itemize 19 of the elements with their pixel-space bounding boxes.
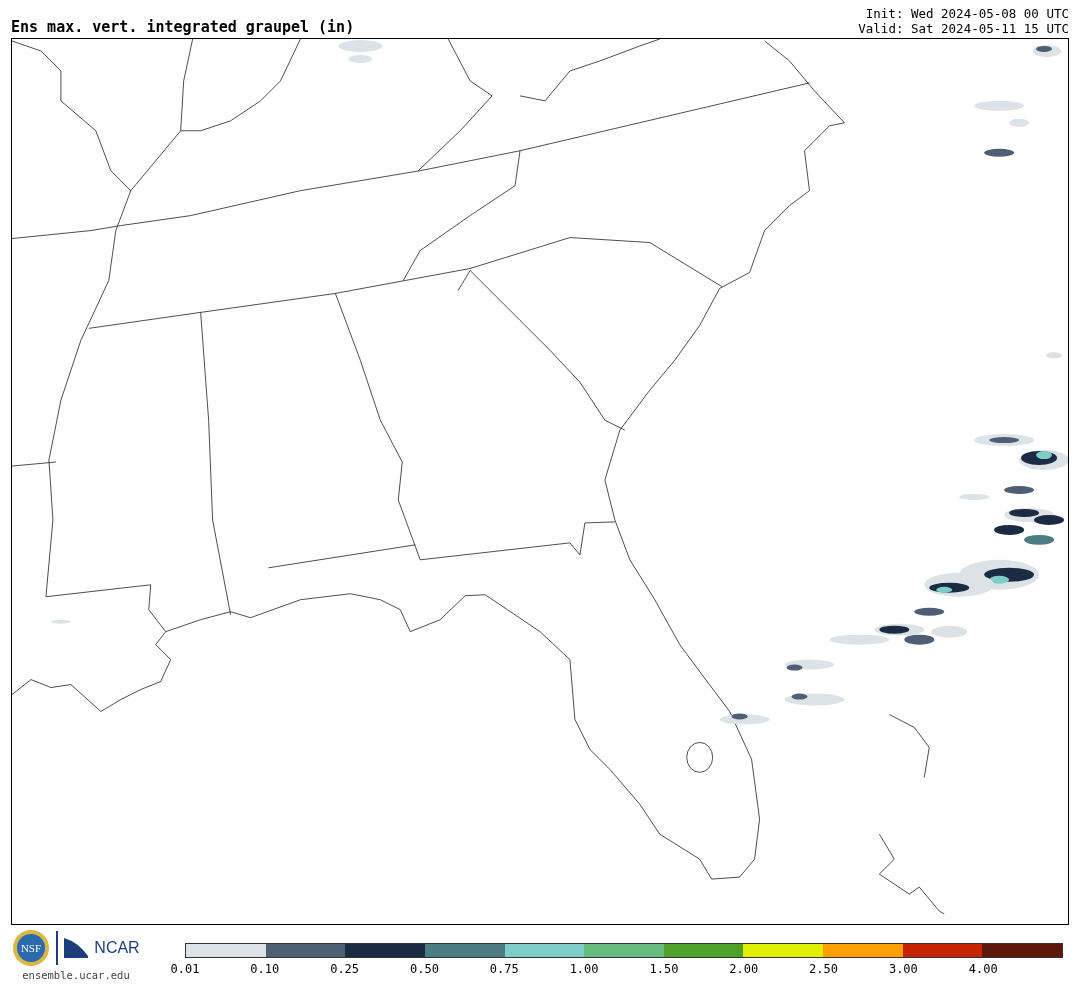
colorbar-tick-label: 4.00 — [968, 962, 998, 976]
colorbar-tick-label: 1.00 — [569, 962, 599, 976]
chart-title: Ens max. vert. integrated graupel (in) — [11, 18, 355, 36]
logo-divider — [56, 931, 59, 965]
colorbar-tick-label: 1.50 — [649, 962, 679, 976]
colorbar-tick-label: 0.25 — [330, 962, 360, 976]
valid-time: Valid: Sat 2024-05-11 15 UTC — [858, 21, 1069, 36]
init-time: Init: Wed 2024-05-08 00 UTC — [865, 6, 1069, 21]
colorbar-tick-label: 0.01 — [170, 962, 200, 976]
colorbar-tick-label: 0.50 — [410, 962, 439, 976]
colorbar-tick-label: 3.00 — [888, 962, 918, 976]
colorbar-tick-label: 2.50 — [809, 962, 838, 976]
site-url: ensemble.ucar.edu — [22, 969, 130, 981]
colorbar-tick-label: 0.75 — [489, 962, 519, 976]
colorbar-tick-label: 2.00 — [729, 962, 759, 976]
colorbar-tick-label: 0.10 — [250, 962, 280, 976]
ncar-logo-text: NCAR — [94, 939, 140, 957]
ncar-swoosh-icon — [64, 938, 89, 958]
nsf-logo: NSF — [12, 929, 51, 967]
